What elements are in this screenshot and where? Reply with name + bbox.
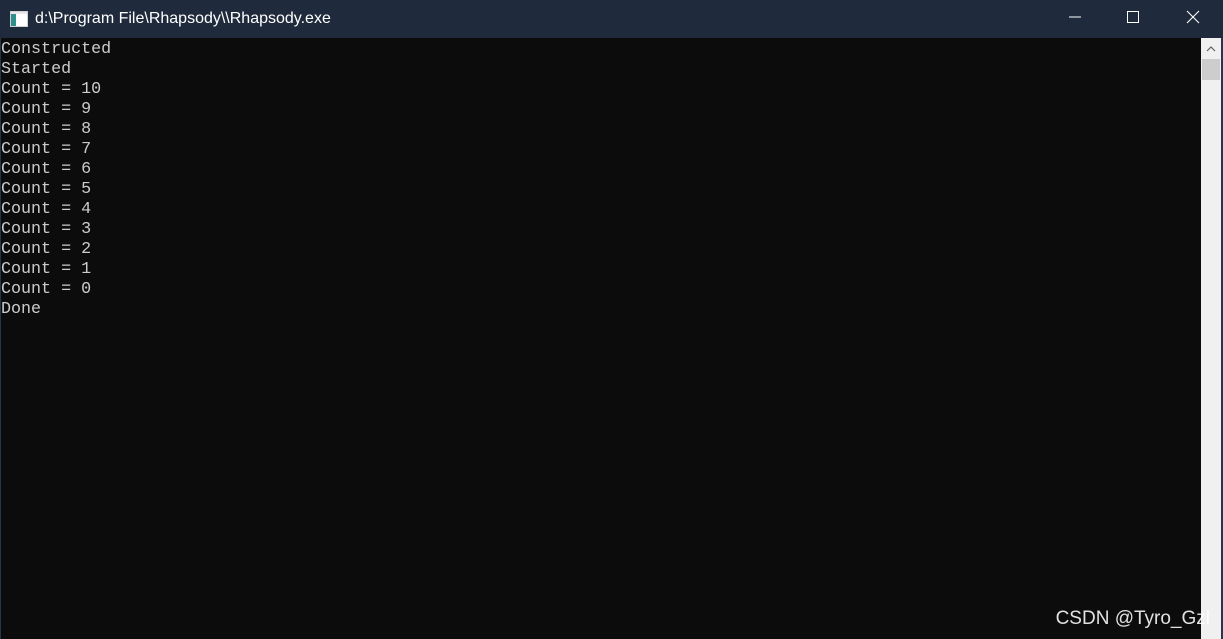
vertical-scrollbar[interactable] xyxy=(1201,38,1221,639)
scroll-up-button[interactable] xyxy=(1201,38,1221,58)
console-line: Constructed xyxy=(1,40,112,59)
console-line: Count = 5 xyxy=(1,180,92,199)
chevron-up-icon xyxy=(1206,39,1216,57)
maximize-button[interactable] xyxy=(1104,0,1162,38)
console-line: Count = 3 xyxy=(1,220,92,239)
console-line: Count = 2 xyxy=(1,240,92,259)
console-line: Count = 9 xyxy=(1,100,92,119)
console-line: Count = 7 xyxy=(1,140,92,159)
console-line: Done xyxy=(1,300,42,319)
watermark: CSDN @Tyro_Gzl xyxy=(1055,608,1210,629)
minimize-icon xyxy=(1068,10,1082,29)
console-line: Count = 6 xyxy=(1,160,92,179)
console-line: Count = 8 xyxy=(1,120,92,139)
maximize-icon xyxy=(1126,10,1140,29)
close-button[interactable] xyxy=(1162,0,1223,38)
console-app-icon[interactable] xyxy=(10,11,28,27)
title-bar[interactable]: d:\Program File\Rhapsody\\Rhapsody.exe xyxy=(0,0,1223,38)
console-output[interactable]: Constructed Started Count = 10 Count = 9… xyxy=(0,38,1201,639)
console-line: Count = 10 xyxy=(1,80,102,99)
console-line: Started xyxy=(1,60,72,79)
console-line: Count = 4 xyxy=(1,200,92,219)
minimize-button[interactable] xyxy=(1046,0,1104,38)
scrollbar-thumb[interactable] xyxy=(1202,59,1220,80)
window-title: d:\Program File\Rhapsody\\Rhapsody.exe xyxy=(35,10,331,27)
console-line: Count = 0 xyxy=(1,280,92,299)
console-line: Count = 1 xyxy=(1,260,92,279)
close-icon xyxy=(1186,10,1200,29)
